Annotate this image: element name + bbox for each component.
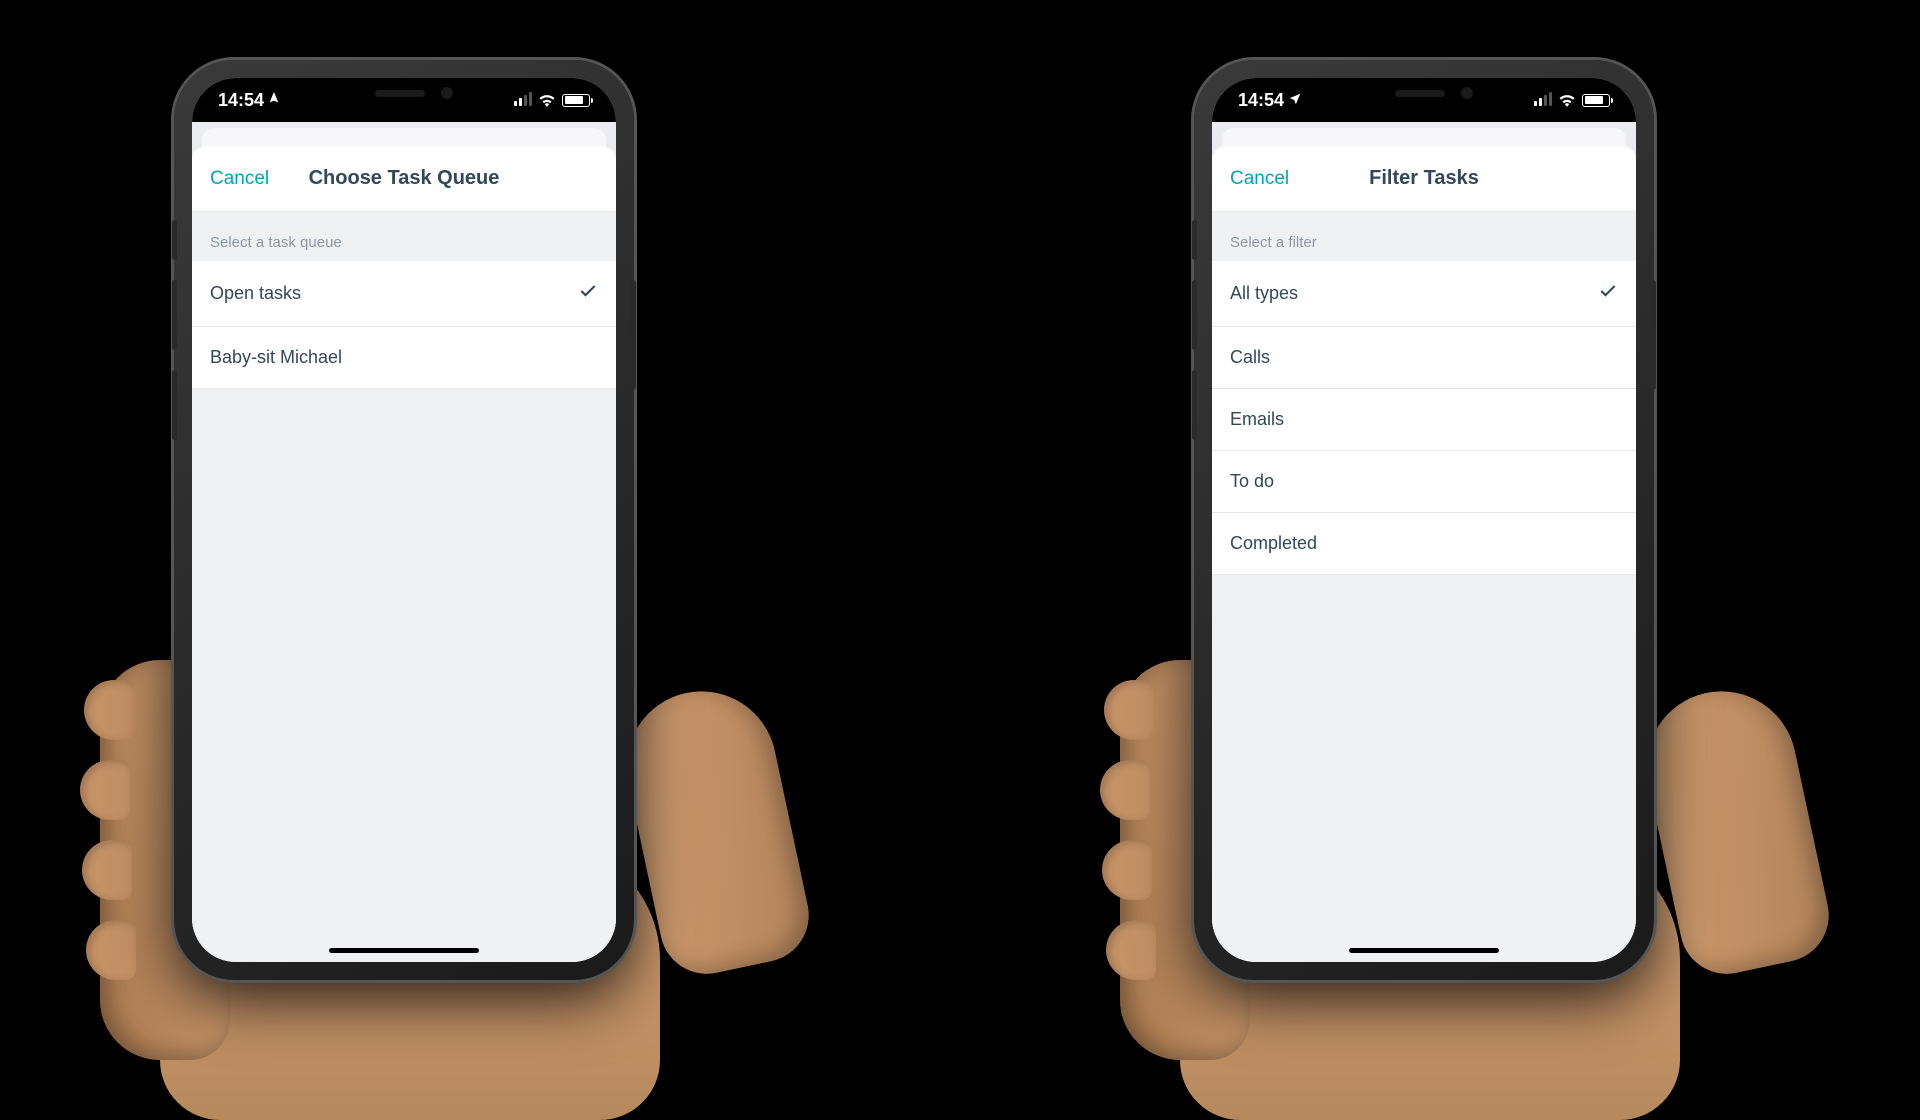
app-content-left: Cancel Choose Task Queue Select a task q… [192,122,616,962]
phone-notch [299,78,509,112]
list-item-label: Open tasks [210,283,301,304]
home-indicator[interactable] [1349,948,1499,953]
phone-notch [1319,78,1529,112]
cancel-button[interactable]: Cancel [1230,168,1289,190]
phone-mockup-right: 14:54 [1190,60,1660,1000]
phone-screen: 14:54 [192,78,616,962]
status-time: 14:54 [1238,90,1284,111]
list-item-babysit[interactable]: Baby-sit Michael [192,327,616,389]
section-header: Select a filter [1212,212,1636,261]
battery-icon [562,94,590,107]
list-item-label: Emails [1230,409,1284,430]
phone-frame: 14:54 [174,60,634,980]
list-item-all-types[interactable]: All types [1212,261,1636,327]
status-time: 14:54 [218,90,264,111]
home-indicator[interactable] [329,948,479,953]
list-item-open-tasks[interactable]: Open tasks [192,261,616,327]
battery-icon [1582,94,1610,107]
list-item-emails[interactable]: Emails [1212,389,1636,451]
nav-header: Cancel Filter Tasks [1212,146,1636,212]
checkmark-icon [1598,281,1618,306]
list-item-label: All types [1230,283,1298,304]
signal-icon [1534,94,1552,106]
list-item-completed[interactable]: Completed [1212,513,1636,575]
wifi-icon [1558,93,1576,107]
list-item-todo[interactable]: To do [1212,451,1636,513]
list-item-label: Baby-sit Michael [210,347,342,368]
phone-mockup-left: 14:54 [170,60,640,1000]
phone-screen: 14:54 [1212,78,1636,962]
list-item-calls[interactable]: Calls [1212,327,1636,389]
list-item-label: Completed [1230,533,1317,554]
modal-sheet: Cancel Choose Task Queue Select a task q… [192,146,616,962]
checkmark-icon [578,281,598,306]
app-content-right: Cancel Filter Tasks Select a filter All … [1212,122,1636,962]
signal-icon [514,94,532,106]
filter-list: All types Calls Emails To do [1212,261,1636,575]
modal-sheet: Cancel Filter Tasks Select a filter All … [1212,146,1636,962]
wifi-icon [538,93,556,107]
phone-frame: 14:54 [1194,60,1654,980]
list-item-label: To do [1230,471,1274,492]
location-icon [264,89,286,111]
location-icon [1288,90,1302,111]
list-item-label: Calls [1230,347,1270,368]
nav-header: Cancel Choose Task Queue [192,146,616,212]
cancel-button[interactable]: Cancel [210,168,269,190]
section-header: Select a task queue [192,212,616,261]
task-queue-list: Open tasks Baby-sit Michael [192,261,616,389]
